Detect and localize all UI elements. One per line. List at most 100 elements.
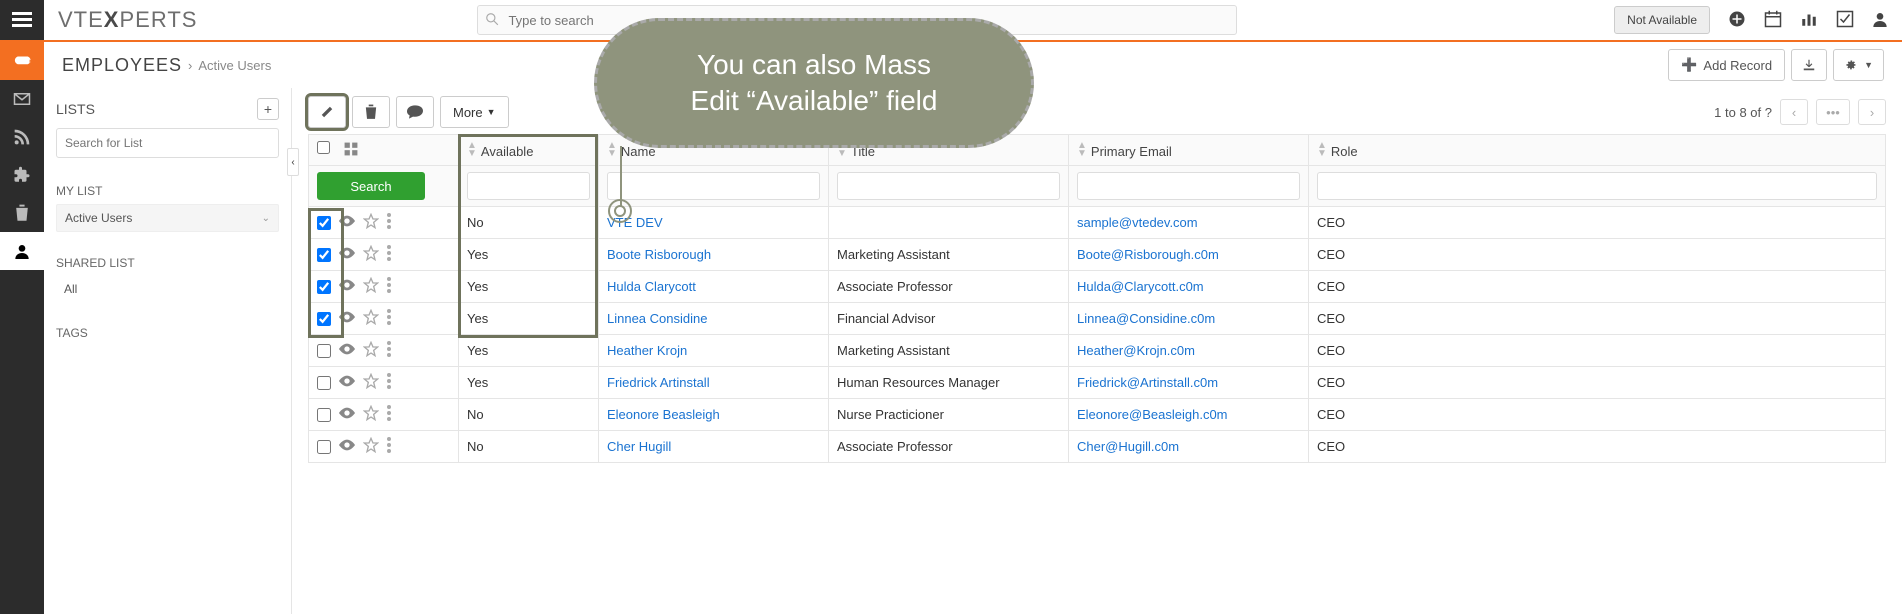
action-bar: More ▼ 1 to 8 of ? ‹ ••• › (308, 96, 1886, 128)
kebab-icon[interactable] (387, 373, 391, 392)
header-role[interactable]: ▲▼Role (1309, 135, 1886, 166)
plus-circle-icon[interactable] (1728, 10, 1746, 31)
delete-button[interactable] (352, 96, 390, 128)
cell-name[interactable]: Friedrick Artinstall (607, 375, 710, 390)
cell-email[interactable]: Hulda@Clarycott.c0m (1077, 279, 1204, 294)
cell-email[interactable]: Friedrick@Artinstall.c0m (1077, 375, 1218, 390)
top-bar: VTEXPERTS Not Available (44, 0, 1902, 42)
breadcrumb-module[interactable]: EMPLOYEES (62, 55, 182, 76)
puzzle-icon[interactable] (0, 156, 44, 194)
breadcrumb-sub[interactable]: Active Users (198, 58, 271, 73)
eye-icon[interactable] (339, 407, 355, 422)
eye-icon[interactable] (339, 343, 355, 358)
wrench-icon[interactable] (0, 40, 44, 80)
select-all-checkbox[interactable] (317, 141, 330, 154)
star-icon[interactable] (363, 213, 379, 232)
eye-icon[interactable] (339, 279, 355, 294)
cell-name[interactable]: Heather Krojn (607, 343, 687, 358)
search-input[interactable] (477, 5, 1237, 35)
calendar-icon[interactable] (1764, 10, 1782, 31)
kebab-icon[interactable] (387, 405, 391, 424)
row-checkbox[interactable] (317, 376, 331, 390)
filter-title[interactable] (837, 172, 1060, 200)
star-icon[interactable] (363, 309, 379, 328)
star-icon[interactable] (363, 373, 379, 392)
filter-email[interactable] (1077, 172, 1300, 200)
kebab-icon[interactable] (387, 277, 391, 296)
star-icon[interactable] (363, 245, 379, 264)
row-checkbox[interactable] (317, 216, 331, 230)
cell-email[interactable]: sample@vtedev.com (1077, 215, 1198, 230)
kebab-icon[interactable] (387, 213, 391, 232)
header-name[interactable]: ▲▼Name (599, 135, 829, 166)
cell-name[interactable]: Eleonore Beasleigh (607, 407, 720, 422)
import-button[interactable] (1791, 49, 1827, 81)
cell-title: Financial Advisor (829, 303, 1069, 335)
person-icon[interactable] (0, 232, 44, 270)
cell-name[interactable]: VTE DEV (607, 215, 663, 230)
pager-next[interactable]: › (1858, 99, 1886, 125)
filter-name[interactable] (607, 172, 820, 200)
eye-icon[interactable] (339, 311, 355, 326)
my-list-item[interactable]: Active Users ⌄ (56, 204, 279, 232)
filter-available[interactable] (467, 172, 590, 200)
chart-icon[interactable] (1800, 10, 1818, 31)
pager-jump[interactable]: ••• (1816, 99, 1850, 125)
kebab-icon[interactable] (387, 245, 391, 264)
pager-prev[interactable]: ‹ (1780, 99, 1808, 125)
add-list-button[interactable]: + (257, 98, 279, 120)
sidebar-collapse-button[interactable]: ‹ (287, 148, 299, 176)
star-icon[interactable] (363, 341, 379, 360)
header-email[interactable]: ▲▼Primary Email (1069, 135, 1309, 166)
list-search-input[interactable] (56, 128, 279, 158)
more-dropdown[interactable]: More ▼ (440, 96, 509, 128)
cell-email[interactable]: Eleonore@Beasleigh.c0m (1077, 407, 1228, 422)
star-icon[interactable] (363, 437, 379, 456)
eye-icon[interactable] (339, 215, 355, 230)
filter-role[interactable] (1317, 172, 1877, 200)
cell-name[interactable]: Cher Hugill (607, 439, 671, 454)
cell-role: CEO (1309, 271, 1886, 303)
row-checkbox[interactable] (317, 248, 331, 262)
mail-icon[interactable] (0, 80, 44, 118)
cell-email[interactable]: Cher@Hugill.c0m (1077, 439, 1179, 454)
row-checkbox[interactable] (317, 344, 331, 358)
star-icon[interactable] (363, 405, 379, 424)
cell-name[interactable]: Linnea Considine (607, 311, 707, 326)
add-record-button[interactable]: ➕ Add Record (1668, 49, 1785, 81)
kebab-icon[interactable] (387, 437, 391, 456)
grid-view-toggle[interactable] (344, 142, 358, 159)
header-available[interactable]: ▲▼Available (459, 135, 599, 166)
cell-email[interactable]: Linnea@Considine.c0m (1077, 311, 1215, 326)
comment-button[interactable] (396, 96, 434, 128)
cell-email[interactable]: Boote@Risborough.c0m (1077, 247, 1219, 262)
more-label: More (453, 105, 483, 120)
cell-title: Marketing Assistant (829, 335, 1069, 367)
cell-title: Associate Professor (829, 271, 1069, 303)
check-square-icon[interactable] (1836, 10, 1854, 31)
cell-name[interactable]: Hulda Clarycott (607, 279, 696, 294)
user-icon[interactable] (1872, 10, 1888, 31)
kebab-icon[interactable] (387, 309, 391, 328)
kebab-icon[interactable] (387, 341, 391, 360)
eye-icon[interactable] (339, 439, 355, 454)
row-checkbox[interactable] (317, 312, 331, 326)
row-checkbox[interactable] (317, 408, 331, 422)
shared-list-all[interactable]: All (56, 276, 279, 302)
hamburger-icon[interactable] (0, 0, 44, 40)
eye-icon[interactable] (339, 375, 355, 390)
row-checkbox[interactable] (317, 280, 331, 294)
row-checkbox[interactable] (317, 440, 331, 454)
header-title[interactable]: ▲▼Title (829, 135, 1069, 166)
search-button[interactable]: Search (317, 172, 425, 200)
star-icon[interactable] (363, 277, 379, 296)
rss-icon[interactable] (0, 118, 44, 156)
settings-dropdown-button[interactable]: ▼ (1833, 49, 1884, 81)
mass-edit-button[interactable] (308, 96, 346, 128)
cell-email[interactable]: Heather@Krojn.c0m (1077, 343, 1195, 358)
trash-icon[interactable] (0, 194, 44, 232)
filter-row: Search (309, 166, 1886, 207)
availability-pill[interactable]: Not Available (1614, 6, 1710, 34)
eye-icon[interactable] (339, 247, 355, 262)
cell-name[interactable]: Boote Risborough (607, 247, 711, 262)
